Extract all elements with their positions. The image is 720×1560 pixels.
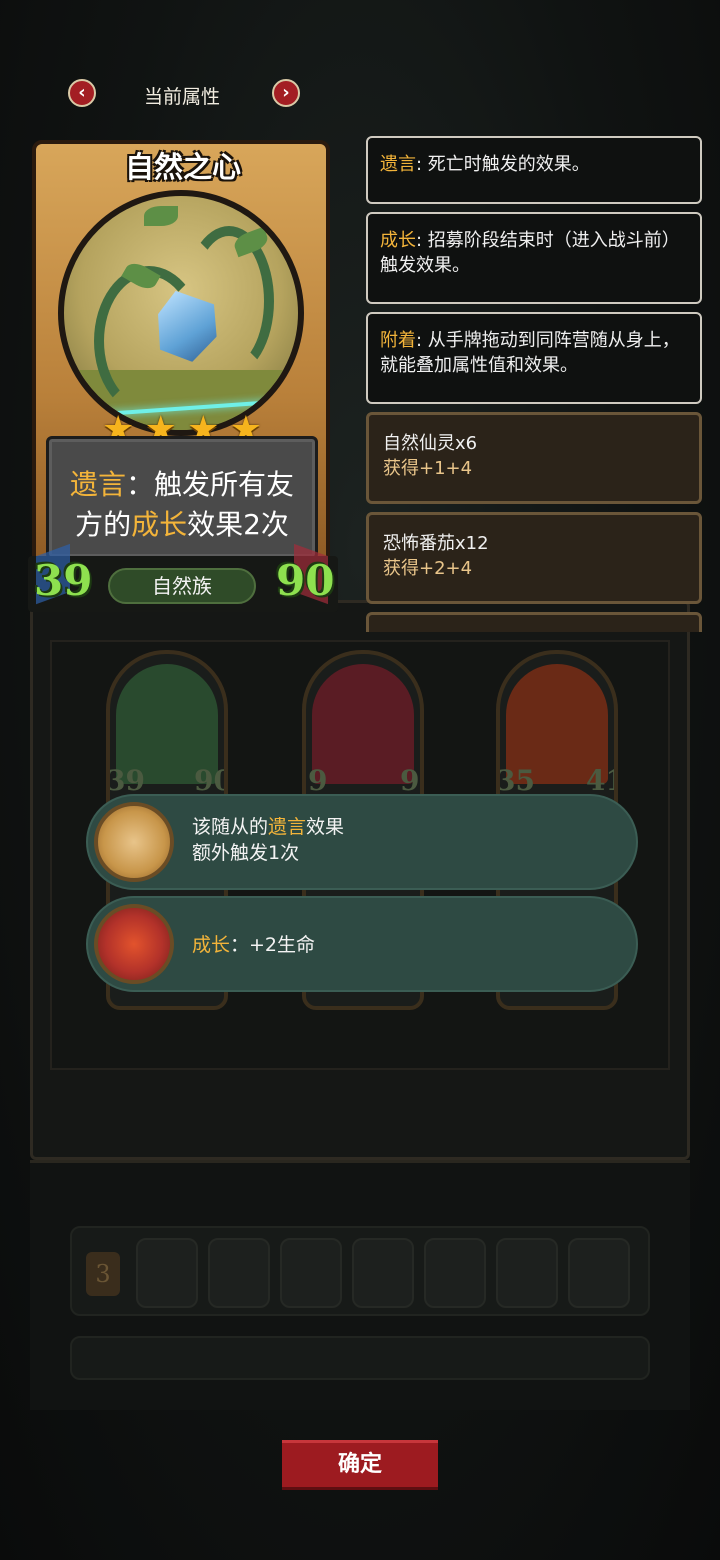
panel-text-part: 该随从的 <box>192 816 269 838</box>
hand-slot[interactable] <box>352 1238 414 1308</box>
attribute-header: ‹ 当前属性 › <box>68 76 300 112</box>
confirm-button[interactable]: 确定 <box>282 1440 438 1490</box>
resource-name: 恐怖番茄x12 <box>383 533 489 554</box>
prev-arrow-icon[interactable]: ‹ <box>68 79 96 107</box>
panel-text-line: 额外触发1次 <box>192 842 300 864</box>
card-art-nature-heart <box>58 190 304 436</box>
card-health: 90 <box>276 556 335 605</box>
minion-health: 9 <box>400 764 420 797</box>
hand-slot[interactable] <box>208 1238 270 1308</box>
minion-health: 90 <box>194 764 224 797</box>
glossary-text: : 死亡时触发的效果。 <box>416 154 590 175</box>
keyword-growth: 成长 <box>131 508 188 541</box>
card-description: 遗言：触发所有友方的成长效果2次 <box>46 436 318 560</box>
card-attack: 39 <box>34 556 93 605</box>
glossary-text: : 从手牌拖动到同阵营随从身上，就能叠加属性值和效果。 <box>380 330 680 376</box>
hand-slot[interactable] <box>424 1238 486 1308</box>
effect-panel-growth: 成长：+2生命 <box>86 896 638 992</box>
glossary-keyword: 遗言 <box>380 154 416 175</box>
card-name: 自然之心 <box>124 150 241 184</box>
glossary-text: : 招募阶段结束时（进入战斗前）触发效果。 <box>380 230 680 276</box>
effect-panel-deathrattle: 该随从的遗言效果 额外触发1次 <box>86 794 638 890</box>
resource-gain: 获得+2+4 <box>383 558 473 579</box>
glossary-keyword: 成长 <box>380 230 416 251</box>
hand-slot[interactable] <box>496 1238 558 1308</box>
keyword-growth: 成长 <box>192 934 231 956</box>
resource-gain: 获得+1+4 <box>383 458 473 479</box>
keyword-deathrattle: 遗言 <box>69 468 126 501</box>
tier-badge: 3 <box>86 1252 120 1296</box>
keyword-deathrattle: 遗言 <box>268 816 307 838</box>
red-skull-badge-icon <box>94 904 174 984</box>
resource-entry: 自然仙灵x6 获得+1+4 <box>366 412 702 504</box>
resource-entry <box>366 612 702 632</box>
hand-slot[interactable] <box>280 1238 342 1308</box>
minion-attack: 9 <box>308 764 328 797</box>
card-tribe: 自然族 <box>108 568 256 604</box>
glossary-entry: 附着: 从手牌拖动到同阵营随从身上，就能叠加属性值和效果。 <box>366 312 702 404</box>
minion-card: 自然之心 ★ ★ ★ ★ 遗言：触发所有友方的成长效果2次 39 自然族 90 <box>28 136 338 612</box>
resource-name: 自然仙灵x6 <box>383 433 478 454</box>
hand-row <box>70 1336 650 1380</box>
resource-entry: 恐怖番茄x12 获得+2+4 <box>366 512 702 604</box>
leaf-shape <box>144 206 178 226</box>
hand-row: 3 <box>70 1226 650 1316</box>
glossary-entry: 遗言: 死亡时触发的效果。 <box>366 136 702 204</box>
panel-text-part: ：+2生命 <box>230 934 316 956</box>
panel-text-part: 效果 <box>306 816 345 838</box>
minion-attack: 39 <box>106 764 145 797</box>
panel-text: 成长：+2生命 <box>192 932 315 958</box>
hand-slot[interactable] <box>136 1238 198 1308</box>
minion-health: 41 <box>586 764 614 797</box>
glossary-keyword: 附着 <box>380 330 416 351</box>
glossary-entry: 成长: 招募阶段结束时（进入战斗前）触发效果。 <box>366 212 702 304</box>
card-text-part: 效果2次 <box>187 508 289 541</box>
minion-attack: 35 <box>496 764 535 797</box>
panel-text: 该随从的遗言效果 额外触发1次 <box>192 814 344 866</box>
hand-slot[interactable] <box>568 1238 630 1308</box>
next-arrow-icon[interactable]: › <box>272 79 300 107</box>
keyword-glossary[interactable]: 遗言: 死亡时触发的效果。 成长: 招募阶段结束时（进入战斗前）触发效果。 附着… <box>366 136 702 632</box>
page-title: 当前属性 <box>143 86 220 108</box>
skull-badge-icon <box>94 802 174 882</box>
